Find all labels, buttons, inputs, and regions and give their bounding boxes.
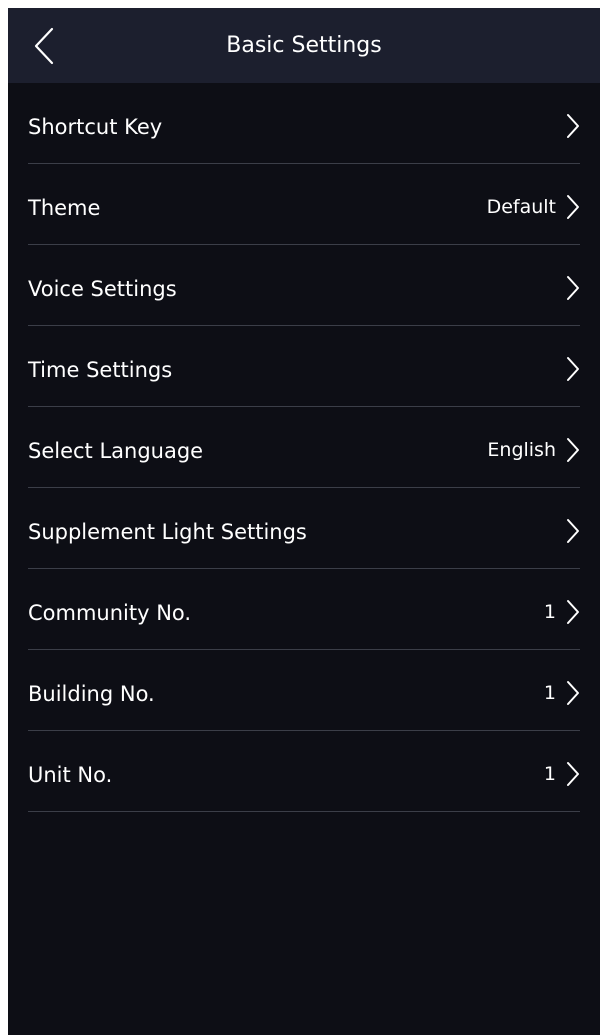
setting-label: Building No. (28, 682, 155, 706)
chevron-right-icon (567, 275, 579, 300)
setting-label: Select Language (28, 439, 204, 463)
setting-value: Default (486, 195, 556, 218)
chevron-right-icon (567, 599, 579, 624)
basic-settings-screen: Basic Settings Shortcut Key Theme Defaul… (8, 8, 600, 1035)
setting-right: English (487, 407, 580, 488)
setting-row-unit-no[interactable]: Unit No. 1 (28, 731, 580, 812)
chevron-right-icon (567, 194, 579, 219)
setting-right (556, 245, 580, 326)
setting-label: Theme (28, 196, 101, 220)
setting-row-community-no[interactable]: Community No. 1 (28, 569, 580, 650)
chevron-right-icon (567, 761, 579, 786)
setting-label: Unit No. (28, 763, 113, 787)
setting-right: 1 (544, 650, 580, 731)
setting-right: 1 (544, 569, 580, 650)
setting-label: Shortcut Key (28, 115, 163, 139)
back-button[interactable] (28, 26, 62, 66)
setting-right (556, 83, 580, 164)
setting-value: 1 (543, 762, 556, 785)
setting-row-shortcut-key[interactable]: Shortcut Key (28, 83, 580, 164)
setting-label: Voice Settings (28, 277, 177, 301)
chevron-right-icon (567, 680, 579, 705)
setting-value: 1 (543, 600, 556, 623)
setting-value: 1 (543, 681, 556, 704)
chevron-right-icon (567, 518, 579, 543)
setting-row-theme[interactable]: Theme Default (28, 164, 580, 245)
setting-right: 1 (544, 731, 580, 812)
setting-label: Time Settings (28, 358, 173, 382)
setting-right (556, 326, 580, 407)
settings-list: Shortcut Key Theme Default Voice Setting… (8, 83, 600, 812)
setting-value: English (487, 438, 556, 461)
chevron-right-icon (567, 437, 579, 462)
setting-row-building-no[interactable]: Building No. 1 (28, 650, 580, 731)
setting-row-supplement-light[interactable]: Supplement Light Settings (28, 488, 580, 569)
setting-right (556, 488, 580, 569)
chevron-left-icon (34, 27, 54, 65)
page-title: Basic Settings (226, 33, 382, 58)
setting-row-time-settings[interactable]: Time Settings (28, 326, 580, 407)
setting-row-voice-settings[interactable]: Voice Settings (28, 245, 580, 326)
setting-label: Supplement Light Settings (28, 520, 307, 544)
setting-label: Community No. (28, 601, 192, 625)
setting-right: Default (487, 164, 580, 245)
setting-row-select-language[interactable]: Select Language English (28, 407, 580, 488)
chevron-right-icon (567, 113, 579, 138)
header-bar: Basic Settings (8, 8, 600, 83)
chevron-right-icon (567, 356, 579, 381)
